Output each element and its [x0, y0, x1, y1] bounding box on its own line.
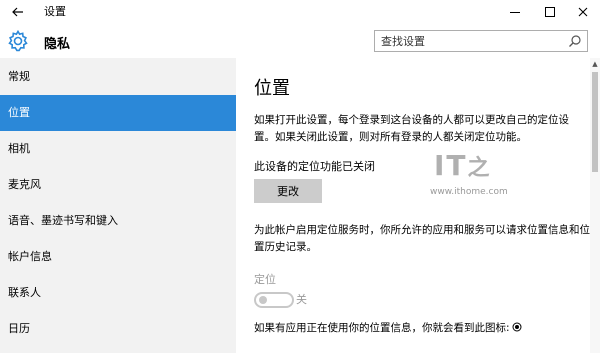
- sidebar-item-speech-inking-typing[interactable]: 语音、墨迹书写和键入: [0, 203, 236, 239]
- minimize-icon: [510, 12, 520, 13]
- scroll-up-icon[interactable]: ▲: [591, 60, 599, 68]
- location-toggle[interactable]: [254, 292, 294, 308]
- toggle-knob: [259, 296, 267, 304]
- location-in-use-text: 如果有应用正在使用你的位置信息，你就会看到此图标:: [254, 322, 510, 334]
- device-location-status: 此设备的定位功能已关闭: [254, 160, 375, 173]
- sidebar: 常规 位置 相机 麦克风 语音、墨迹书写和键入 帐户信息 联系人 日历: [0, 58, 236, 353]
- sidebar-item-calendar[interactable]: 日历: [0, 311, 236, 347]
- location-in-use-note: 如果有应用正在使用你的位置信息，你就会看到此图标:: [254, 320, 522, 335]
- sidebar-item-general[interactable]: 常规: [0, 59, 236, 95]
- gear-icon: [6, 29, 30, 53]
- back-arrow-icon: [12, 7, 23, 17]
- title-bar: 设置: [0, 0, 600, 24]
- main-content: 位置 如果打开此设置，每个登录到这台设备的人都可以更改自己的定位设置。如果关闭此…: [236, 58, 600, 353]
- page-title: 位置: [254, 78, 290, 99]
- maximize-button[interactable]: [533, 0, 567, 24]
- search-input[interactable]: [381, 33, 561, 49]
- sidebar-item-microphone[interactable]: 麦克风: [0, 167, 236, 203]
- window-title: 设置: [44, 5, 66, 18]
- account-location-description: 为此帐户启用定位服务时，你所允许的应用和服务可以请求位置信息和位置历史记录。: [254, 224, 590, 253]
- search-box[interactable]: [374, 30, 588, 52]
- sidebar-item-camera[interactable]: 相机: [0, 131, 236, 167]
- scroll-thumb[interactable]: [592, 72, 598, 172]
- watermark-url: www.ithome.com: [430, 187, 508, 197]
- watermark-logo: IT之: [434, 149, 492, 182]
- maximize-icon: [545, 6, 555, 17]
- location-description: 如果打开此设置，每个登录到这台设备的人都可以更改自己的定位设置。如果关闭此设置，…: [254, 114, 569, 143]
- scrollbar[interactable]: ▲: [590, 58, 600, 353]
- close-button[interactable]: [566, 0, 600, 24]
- watermark: IT之 www.ithome.com: [430, 145, 520, 205]
- sidebar-item-account-info[interactable]: 帐户信息: [0, 239, 236, 275]
- location-indicator-icon: [512, 322, 522, 332]
- sidebar-item-location[interactable]: 位置: [0, 95, 236, 131]
- close-icon: [578, 7, 588, 17]
- change-button[interactable]: 更改: [254, 179, 322, 203]
- back-button[interactable]: [8, 2, 28, 22]
- location-toggle-state: 关: [296, 293, 307, 306]
- sidebar-item-contacts[interactable]: 联系人: [0, 275, 236, 311]
- minimize-button[interactable]: [498, 0, 532, 24]
- search-icon[interactable]: [568, 34, 582, 48]
- location-toggle-label: 定位: [254, 273, 276, 286]
- page-header-title: 隐私: [44, 37, 71, 52]
